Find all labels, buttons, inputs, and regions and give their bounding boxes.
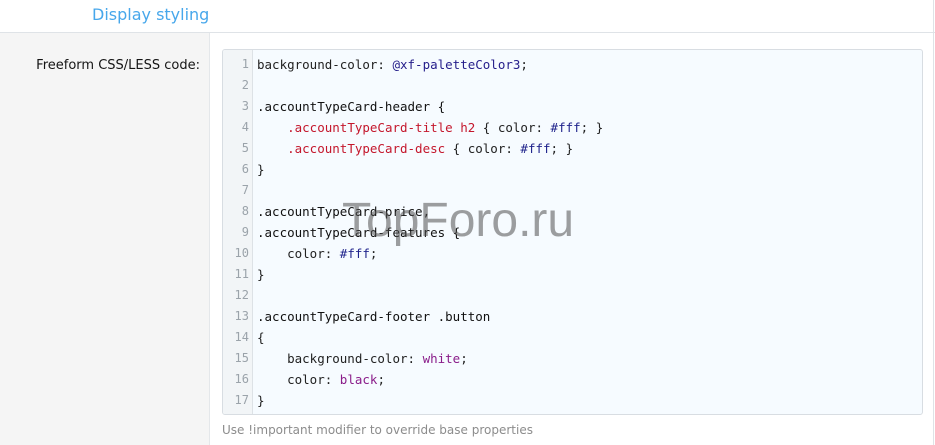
line-number: 12	[234, 288, 249, 302]
code-token: ;	[460, 351, 468, 366]
code-line[interactable]: 14 {	[223, 327, 922, 348]
line-number: 7	[241, 183, 249, 197]
code-lines: 1 background-color: @xf-paletteColor3; 2 3.…	[223, 54, 922, 411]
code-token: .accountTypeCard-desc	[287, 141, 446, 156]
code-text: .accountTypeCard-title h2 { color: #fff;…	[257, 117, 603, 138]
code-line[interactable]: 5 .accountTypeCard-desc { color: #fff; }	[223, 138, 922, 159]
code-text: }	[257, 390, 265, 411]
line-number: 15	[234, 351, 249, 365]
code-token: .accountTypeCard-title	[287, 120, 453, 135]
code-token: ; }	[550, 141, 574, 156]
code-token: color:	[257, 372, 340, 387]
code-line[interactable]: 16 color: black;	[223, 369, 922, 390]
code-token: background-color:	[257, 57, 393, 72]
code-line[interactable]: 4 .accountTypeCard-title h2 { color: #ff…	[223, 117, 922, 138]
style-property-editor-page: Display styling Freeform CSS/LESS code: …	[0, 0, 935, 445]
code-token: @xf-paletteColor3	[392, 57, 521, 72]
code-token: #fff	[339, 246, 370, 261]
section-header: Display styling	[0, 0, 935, 33]
code-token: black	[339, 372, 378, 387]
code-token: }	[257, 162, 265, 177]
code-token: ; }	[580, 120, 604, 135]
code-token: .accountTypeCard-header {	[257, 99, 446, 114]
code-token: }	[257, 393, 265, 408]
code-token: h2	[460, 120, 476, 135]
code-text: background-color: @xf-paletteColor3;	[257, 54, 528, 75]
line-number: 8	[241, 204, 249, 218]
code-line[interactable]: 2	[223, 75, 922, 96]
code-text: .accountTypeCard-header {	[257, 96, 445, 117]
code-line[interactable]: 3 .accountTypeCard-header {	[223, 96, 922, 117]
code-line[interactable]: 11}	[223, 264, 922, 285]
line-number: 1	[241, 57, 249, 71]
code-text: .accountTypeCard-footer .button	[257, 306, 490, 327]
field-label-column: Freeform CSS/LESS code:	[0, 33, 210, 445]
code-text: color: black;	[257, 369, 385, 390]
code-line[interactable]: 17}	[223, 390, 922, 411]
line-number: 11	[234, 267, 249, 281]
code-line[interactable]: 10 color: #fff;	[223, 243, 922, 264]
line-number: 10	[234, 246, 249, 260]
code-text: .accountTypeCard-desc { color: #fff; }	[257, 138, 573, 159]
field-hint: Use !important modifier to override base…	[222, 423, 533, 437]
field-label: Freeform CSS/LESS code:	[36, 58, 200, 73]
code-line[interactable]: 8 .accountTypeCard-price,	[223, 201, 922, 222]
code-editor[interactable]: 1 background-color: @xf-paletteColor3; 2 3.…	[222, 49, 923, 415]
code-token: ;	[369, 246, 378, 261]
form-row-css: Freeform CSS/LESS code: 1 background-colo…	[0, 33, 934, 445]
line-number: 6	[241, 162, 249, 176]
code-token: white	[422, 351, 461, 366]
code-token: #fff	[550, 120, 581, 135]
code-line[interactable]: 13 .accountTypeCard-footer .button	[223, 306, 922, 327]
code-token: }	[257, 267, 265, 282]
code-token: ;	[520, 57, 528, 72]
line-number: 17	[234, 393, 249, 407]
line-number: 16	[234, 372, 249, 386]
line-number: 13	[234, 309, 249, 323]
line-number: 4	[241, 120, 249, 134]
line-number: 3	[241, 99, 249, 113]
code-text: .accountTypeCard-features {	[257, 222, 460, 243]
code-token: .accountTypeCard-features {	[257, 225, 461, 240]
code-line[interactable]: 7	[223, 180, 922, 201]
code-token: color:	[257, 246, 340, 261]
code-text: }	[257, 264, 265, 285]
line-number: 9	[241, 225, 249, 239]
code-text: }	[257, 159, 265, 180]
line-number: 14	[234, 330, 249, 344]
code-token: background-color:	[257, 351, 423, 366]
line-number: 2	[241, 78, 249, 92]
code-token: { color:	[445, 141, 521, 156]
code-text: .accountTypeCard-price,	[257, 201, 430, 222]
code-line[interactable]: 9 .accountTypeCard-features {	[223, 222, 922, 243]
line-number: 5	[241, 141, 249, 155]
code-line[interactable]: 6}	[223, 159, 922, 180]
code-token: .accountTypeCard-price,	[257, 204, 431, 219]
code-line[interactable]: 12	[223, 285, 922, 306]
code-token: ;	[377, 372, 385, 387]
code-token: #fff	[520, 141, 551, 156]
code-text: {	[257, 327, 265, 348]
code-text: color: #fff;	[257, 243, 377, 264]
code-token: {	[257, 330, 265, 345]
code-text: background-color: white;	[257, 348, 468, 369]
panel-right-border	[933, 0, 934, 445]
code-line[interactable]: 15 background-color: white;	[223, 348, 922, 369]
code-token: { color:	[475, 120, 551, 135]
code-token: .accountTypeCard-footer .button	[257, 309, 491, 324]
code-line[interactable]: 1 background-color: @xf-paletteColor3;	[223, 54, 922, 75]
section-title[interactable]: Display styling	[92, 5, 209, 24]
